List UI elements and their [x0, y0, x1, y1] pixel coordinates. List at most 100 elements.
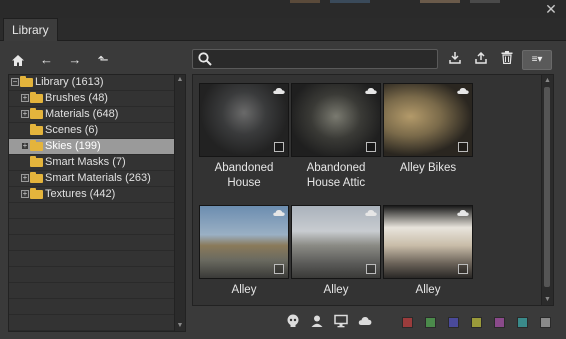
forward-arrow-icon[interactable]: →	[65, 50, 85, 70]
trash-icon[interactable]	[498, 50, 516, 70]
category-tree: − Library (1613) + Brushes (48) + Materials (…	[8, 74, 186, 332]
tree-item-label: Smart Masks (7)	[45, 156, 126, 168]
search-box	[192, 49, 438, 69]
tree-empty-row	[9, 315, 175, 331]
color-swatch[interactable]	[425, 317, 436, 328]
folder-icon	[30, 92, 43, 103]
expand-icon[interactable]: +	[21, 142, 29, 150]
tree-item-label: Materials (648)	[45, 108, 119, 120]
tab-library[interactable]: Library	[3, 18, 58, 41]
home-icon[interactable]	[8, 50, 28, 70]
tree-item[interactable]: Scenes (6)	[9, 123, 175, 139]
scroll-down-arrow-icon[interactable]: ▼	[176, 322, 184, 330]
folder-icon	[30, 172, 43, 183]
folder-icon	[20, 76, 33, 87]
asset-thumbnail[interactable]	[199, 205, 289, 279]
color-swatch[interactable]	[471, 317, 482, 328]
select-checkbox[interactable]	[274, 142, 284, 152]
filter-bar	[192, 312, 554, 332]
tree-empty-row	[9, 203, 175, 219]
monitor-icon[interactable]	[334, 314, 348, 328]
expand-icon[interactable]: +	[21, 174, 29, 182]
color-swatch[interactable]	[402, 317, 413, 328]
scroll-thumb[interactable]	[544, 87, 550, 287]
asset-tile[interactable]: Alley	[291, 205, 381, 298]
select-checkbox[interactable]	[366, 264, 376, 274]
tree-item[interactable]: Smart Masks (7)	[9, 155, 175, 171]
tree-item-label: Skies (199)	[45, 140, 101, 152]
asset-thumbnail[interactable]	[291, 83, 381, 157]
tree-empty-row	[9, 219, 175, 235]
asset-thumbnail[interactable]	[199, 83, 289, 157]
tree-empty-row	[9, 299, 175, 315]
folder-icon	[30, 156, 43, 167]
scroll-down-arrow-icon[interactable]: ▼	[543, 295, 552, 304]
asset-tile[interactable]: Alley	[383, 205, 473, 298]
cloud-icon	[273, 210, 285, 216]
tree-item[interactable]: + Materials (648)	[9, 107, 175, 123]
cloud-icon	[365, 210, 377, 216]
tree-item-label: Smart Materials (263)	[45, 172, 151, 184]
tree-item[interactable]: + Textures (442)	[9, 187, 175, 203]
tree-item[interactable]: + Brushes (48)	[9, 91, 175, 107]
user-filter-icon[interactable]	[310, 314, 324, 328]
import-icon[interactable]	[446, 50, 464, 70]
view-options-button[interactable]: ≡▾	[522, 50, 552, 70]
expand-icon[interactable]: +	[21, 110, 29, 118]
select-checkbox[interactable]	[274, 264, 284, 274]
asset-tile[interactable]: Alley Bikes	[383, 83, 473, 176]
asset-thumbnail[interactable]	[291, 205, 381, 279]
asset-tile[interactable]: Alley	[199, 205, 289, 298]
asset-tile[interactable]: Abandoned House Attic	[291, 83, 381, 191]
search-input[interactable]	[215, 51, 433, 67]
library-panel: Library ← → ⬑ ≡▾ − Library (1613) + Brushes	[0, 0, 566, 339]
tree-item[interactable]: + Skies (199)	[9, 139, 175, 155]
cloud-icon	[273, 88, 285, 94]
asset-name: Alley Bikes	[399, 162, 457, 174]
color-swatch[interactable]	[540, 317, 551, 328]
tree-empty-row	[9, 235, 175, 251]
cloud-icon	[365, 88, 377, 94]
color-swatch[interactable]	[517, 317, 528, 328]
folder-icon	[30, 108, 43, 119]
expand-icon[interactable]: +	[21, 190, 29, 198]
select-checkbox[interactable]	[458, 264, 468, 274]
tree-rows: − Library (1613) + Brushes (48) + Materials (…	[9, 75, 175, 331]
select-checkbox[interactable]	[366, 142, 376, 152]
tree-empty-row	[9, 251, 175, 267]
tree-item-label: Library (1613)	[35, 76, 104, 88]
asset-thumbnail[interactable]	[383, 83, 473, 157]
export-icon[interactable]	[472, 50, 490, 70]
collapse-icon[interactable]: −	[11, 78, 19, 86]
back-arrow-icon[interactable]: ←	[36, 50, 56, 70]
cloud-icon[interactable]	[358, 314, 372, 328]
scroll-up-arrow-icon[interactable]: ▲	[176, 76, 184, 84]
shelf-filter-icon[interactable]	[286, 314, 300, 328]
tree-scrollbar[interactable]: ▲ ▼	[174, 75, 185, 331]
select-checkbox[interactable]	[458, 142, 468, 152]
folder-icon	[30, 140, 43, 151]
color-swatch[interactable]	[494, 317, 505, 328]
tree-item[interactable]: + Smart Materials (263)	[9, 171, 175, 187]
grid-scrollbar[interactable]: ▲ ▼	[541, 75, 553, 305]
tree-item-label: Brushes (48)	[45, 92, 108, 104]
asset-grid: Abandoned House Abandoned House Attic Alle…	[192, 74, 554, 306]
color-swatch[interactable]	[448, 317, 459, 328]
cloud-icon	[457, 210, 469, 216]
search-icon	[198, 52, 212, 66]
folder-icon	[30, 124, 43, 135]
tree-item[interactable]: − Library (1613)	[9, 75, 175, 91]
asset-tile[interactable]: Abandoned House	[199, 83, 289, 191]
scroll-up-arrow-icon[interactable]: ▲	[543, 76, 552, 85]
tree-empty-row	[9, 283, 175, 299]
asset-thumbnail[interactable]	[383, 205, 473, 279]
asset-name: Alley	[323, 284, 349, 296]
asset-name: Abandoned House Attic	[306, 162, 366, 189]
asset-tools	[446, 50, 516, 70]
tree-item-label: Textures (442)	[45, 188, 116, 200]
tab-bar: Library	[0, 18, 566, 41]
expand-icon[interactable]: +	[21, 94, 29, 102]
navigation-toolbar: ← → ⬑	[8, 50, 117, 70]
parent-folder-icon[interactable]: ⬑	[93, 50, 113, 70]
tree-empty-row	[9, 267, 175, 283]
